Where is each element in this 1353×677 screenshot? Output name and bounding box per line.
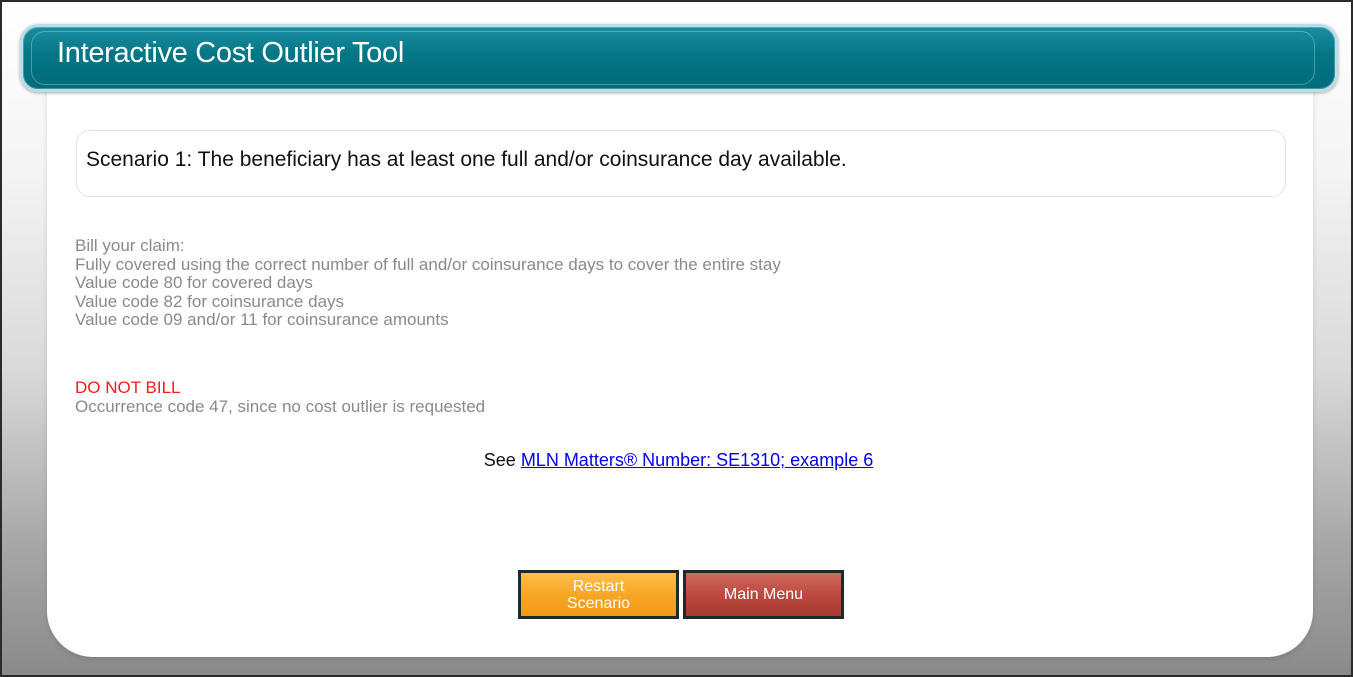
bill-claim-line: Value code 09 and/or 11 for coinsurance …	[75, 310, 449, 329]
app-window: Interactive Cost Outlier Tool Scenario 1…	[0, 0, 1353, 677]
page-title: Interactive Cost Outlier Tool	[57, 37, 404, 69]
scenario-text: Scenario 1: The beneficiary has at least…	[86, 148, 847, 171]
bill-claim-section: Bill your claim: Fully covered using the…	[75, 236, 781, 330]
restart-scenario-button[interactable]: Restart Scenario	[518, 570, 679, 619]
do-not-bill-heading: DO NOT BILL	[75, 378, 181, 397]
restart-button-label-line2: Scenario	[566, 595, 631, 612]
bill-claim-line: Value code 80 for covered days	[75, 273, 313, 292]
reference-line: See MLN Matters® Number: SE1310; example…	[2, 450, 1351, 471]
do-not-bill-section: DO NOT BILL Occurrence code 47, since no…	[75, 378, 486, 416]
bill-claim-line: Value code 82 for coinsurance days	[75, 291, 345, 311]
bill-claim-line: Fully covered using the correct number o…	[75, 254, 781, 274]
do-not-bill-text: Occurrence code 47, since no cost outlie…	[75, 396, 486, 416]
mln-matters-link[interactable]: MLN Matters® Number: SE1310; example 6	[521, 450, 873, 470]
scenario-box: Scenario 1: The beneficiary has at least…	[76, 130, 1286, 197]
restart-button-label-line1: Restart	[572, 578, 625, 595]
bill-claim-heading: Bill your claim:	[75, 236, 185, 255]
reference-prefix: See	[483, 450, 521, 470]
title-bar: Interactive Cost Outlier Tool	[20, 24, 1338, 92]
main-menu-button[interactable]: Main Menu	[683, 570, 844, 619]
